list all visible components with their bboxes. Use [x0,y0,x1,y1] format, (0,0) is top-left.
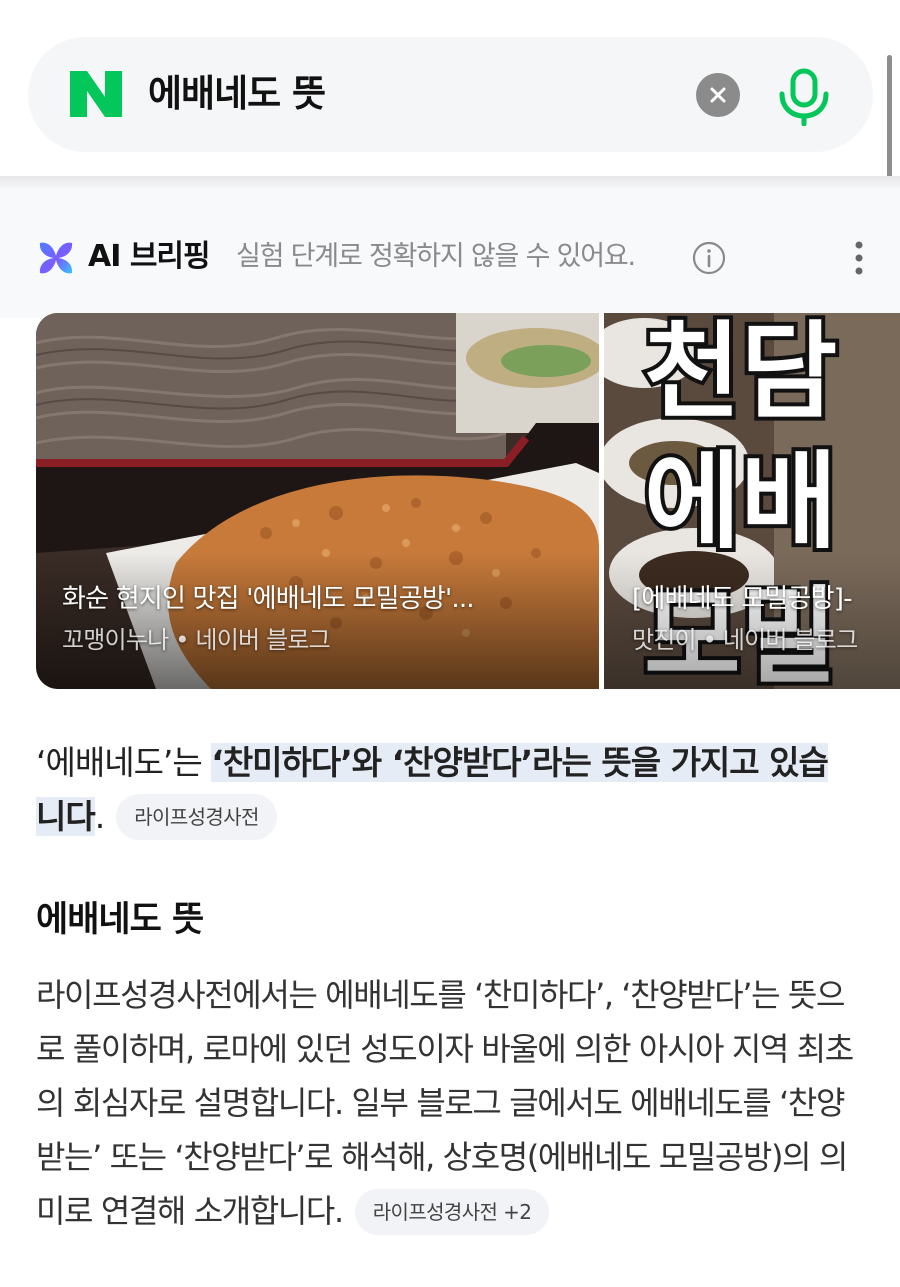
section-title: 에배네도 뜻 [36,900,204,940]
blog-card[interactable]: 천담 에배 모밀 [에배네도 모밀공방]- 맛진이 • 네이버 블로그 [604,313,900,689]
microphone-icon[interactable] [776,66,832,126]
ai-briefing-title: AI 브리핑 [88,239,211,274]
search-input[interactable]: 에배네도 뜻 [148,70,326,118]
card-title: 화순 현지인 맛집 '에배네도 모밀공방'... [62,584,475,614]
summary-suffix: . [94,797,105,836]
blog-card[interactable]: 화순 현지인 맛집 '에배네도 모밀공방'... 꼬맹이누나 • 네이버 블로그 [36,313,599,689]
card-source: 맛진이 • 네이버 블로그 [632,626,858,654]
ai-summary: ‘에배네도’는 ‘찬미하다’와 ‘찬양받다’라는 뜻을 가지고 있습니다. 라이프… [36,736,866,844]
summary-highlight: ‘찬미하다’와 ‘찬양받다’라는 뜻을 가지고 있습 [211,743,829,782]
card-image-overlay-text: 천담 [644,313,837,433]
summary-highlight: 니다 [36,797,96,836]
card-title: [에배네도 모밀공방]- [632,584,853,614]
card-source: 꼬맹이누나 • 네이버 블로그 [62,626,331,654]
card-image-overlay-text: 에배 [644,441,837,563]
ai-briefing-disclaimer: 실험 단계로 정확하지 않을 수 있어요. [236,241,636,272]
info-icon[interactable] [692,241,726,275]
close-icon [710,87,726,103]
clear-search-button[interactable] [696,73,740,117]
source-chip[interactable]: 라이프성경사전 [116,794,277,840]
naver-logo-icon[interactable] [70,71,122,117]
source-chip[interactable]: 라이프성경사전 +2 [354,1189,550,1235]
ai-briefing-icon [39,242,73,274]
section-body: 라이프성경사전에서는 에배네도를 ‘찬미하다’, ‘찬양받다’는 뜻으로 풀이하… [36,968,871,1238]
more-options-icon[interactable] [853,240,865,276]
summary-prefix: ‘에배네도’는 [36,743,212,782]
